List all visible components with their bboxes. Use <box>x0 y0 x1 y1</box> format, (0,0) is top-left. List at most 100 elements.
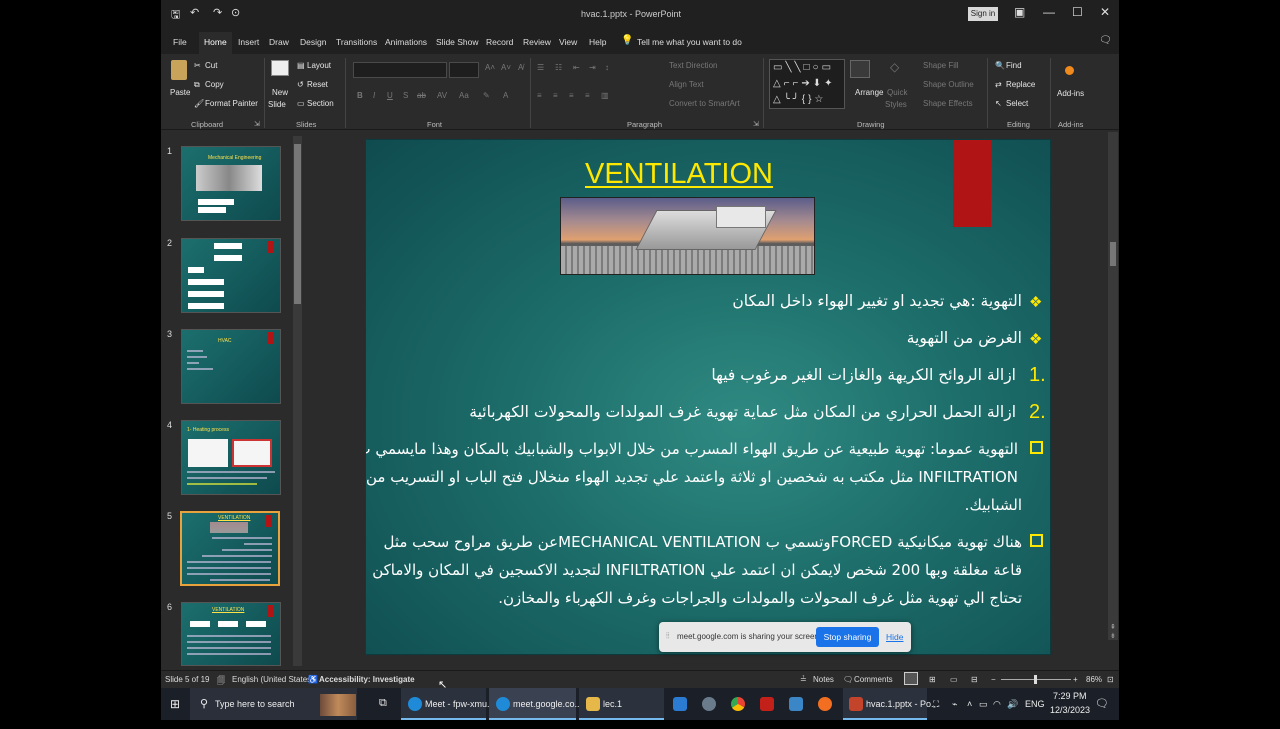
slide-sorter-icon[interactable]: ⊞ <box>929 675 936 684</box>
shadow-icon[interactable]: S <box>403 91 408 100</box>
hide-share-bar-link[interactable]: Hide <box>886 632 903 642</box>
taskbar-time[interactable]: 7:29 PM <box>1053 691 1087 701</box>
people-icon[interactable]: ⛶ <box>933 699 939 710</box>
numbering-icon[interactable]: ☷ <box>555 63 562 72</box>
taskbar-app-powerpoint[interactable]: hvac.1.pptx - Po... <box>843 688 939 720</box>
reset-button[interactable]: Reset <box>307 80 328 89</box>
minimize-icon[interactable]: — <box>1043 5 1055 19</box>
windows-start-icon[interactable]: ⊞ <box>170 697 180 729</box>
format-painter-button[interactable]: Format Painter <box>205 99 258 108</box>
find-button[interactable]: Find <box>1006 61 1022 70</box>
cut-icon[interactable]: ✂ <box>194 61 201 70</box>
tab-animations[interactable]: Animations <box>385 37 427 47</box>
chrome-icon[interactable] <box>731 697 745 711</box>
slide-thumbnail-2[interactable] <box>181 238 281 313</box>
mail-icon[interactable] <box>673 697 687 711</box>
slide-line-definition[interactable]: التهوية :هي تجديد او تغيير الهواء داخل ا… <box>732 292 1022 310</box>
italic-icon[interactable]: I <box>373 91 375 100</box>
layout-icon[interactable]: ▤ <box>297 61 305 70</box>
find-icon[interactable]: 🔍 <box>995 61 1005 70</box>
addins-icon[interactable] <box>1065 66 1074 75</box>
drag-handle-icon[interactable]: ⦙⦙ <box>666 631 670 641</box>
slide-thumbnail-6[interactable]: VENTILATION <box>181 602 281 666</box>
tab-record[interactable]: Record <box>486 37 513 47</box>
fit-slide-icon[interactable]: ⊡ <box>1107 675 1114 684</box>
firefox-icon[interactable] <box>818 697 832 711</box>
slide-thumbnail-1[interactable]: Mechanical Engineering <box>181 146 281 221</box>
decrease-indent-icon[interactable]: ⇤ <box>573 63 580 72</box>
zoom-level[interactable]: 86% <box>1086 675 1102 684</box>
bullets-icon[interactable]: ☰ <box>537 63 544 72</box>
select-icon[interactable]: ↖ <box>995 99 1002 108</box>
shape-fill-button[interactable]: Shape Fill <box>923 61 959 70</box>
quick-styles-icon[interactable]: ◇ <box>890 60 899 74</box>
section-icon[interactable]: ▭ <box>297 99 305 108</box>
slide-canvas[interactable]: VENTILATION ❖ التهوية :هي تجديد او تغيير… <box>365 139 1051 655</box>
taskbar-app-file-explorer[interactable]: lec.1 <box>579 688 664 720</box>
keyboard-language[interactable]: ENG <box>1025 699 1045 709</box>
notifications-icon[interactable]: 🗨 <box>1095 697 1109 710</box>
ribbon-display-options-icon[interactable]: ▣ <box>1014 5 1025 19</box>
clipboard-launcher-icon[interactable]: ⇲ <box>254 120 260 128</box>
format-painter-icon[interactable]: 🖌 <box>194 99 204 108</box>
section-button[interactable]: Section <box>307 99 334 108</box>
slide-para1-line3[interactable]: الشبابيك. <box>965 496 1022 514</box>
prev-next-slide-icon[interactable]: ⇞ ⇟ <box>1110 623 1116 641</box>
notes-icon[interactable]: ≟ <box>800 675 807 684</box>
editor-scrollbar[interactable] <box>1108 132 1118 640</box>
layout-button[interactable]: Layout <box>307 61 331 70</box>
slide-thumbnail-3[interactable]: HVAC <box>181 329 281 404</box>
char-spacing-icon[interactable]: AV <box>437 91 447 100</box>
paragraph-launcher-icon[interactable]: ⇲ <box>753 120 759 128</box>
zoom-slider-thumb[interactable] <box>1034 675 1037 684</box>
slide-thumbnail-5[interactable]: VENTILATION <box>180 511 280 586</box>
slide-item-1[interactable]: ازالة الروائح الكريهة والغازات الغير مرغ… <box>711 366 1016 384</box>
slide-para2-line3[interactable]: تحتاج الي تهوية مثل غرف المحولات والمولد… <box>498 589 1022 607</box>
thumbnails-scrollbar[interactable] <box>293 136 302 666</box>
increase-indent-icon[interactable]: ⇥ <box>589 63 596 72</box>
reading-view-icon[interactable]: ▭ <box>950 675 958 684</box>
sign-in-button[interactable]: Sign in <box>968 7 998 21</box>
align-left-icon[interactable]: ≡ <box>537 91 542 100</box>
columns-icon[interactable]: ▥ <box>601 91 609 100</box>
slide-para1-line1[interactable]: التهوية عموما: تهوية طبيعية عن طريق الهو… <box>366 440 1018 458</box>
thumbnails-scrollbar-thumb[interactable] <box>294 144 301 304</box>
new-slide-button[interactable]: New <box>272 88 288 97</box>
align-right-icon[interactable]: ≡ <box>569 91 574 100</box>
slide-thumbnail-4[interactable]: 1- Heating process <box>181 420 281 495</box>
taskbar-app-edge-meet-google[interactable]: meet.google.co... <box>489 688 582 720</box>
snipping-tool-icon[interactable] <box>702 697 716 711</box>
slide-para2-line1[interactable]: هناك تهوية ميكانيكية FORCEDوتسمي ب MECHA… <box>383 533 1022 551</box>
wifi-icon[interactable]: ◠ <box>993 699 1001 710</box>
tab-review[interactable]: Review <box>523 37 551 47</box>
notes-button[interactable]: Notes <box>813 675 834 684</box>
font-name-select[interactable] <box>353 62 447 78</box>
taskbar-app-edge-meet[interactable]: Meet - fpw-xmu... <box>401 688 495 720</box>
store-icon[interactable] <box>789 697 803 711</box>
slide-line-purpose[interactable]: الغرض من التهوية <box>907 329 1022 347</box>
tab-slide-show[interactable]: Slide Show <box>436 37 479 47</box>
replace-button[interactable]: Replace <box>1006 80 1035 89</box>
tray-chevron-icon[interactable]: ˄ <box>967 699 972 709</box>
close-icon[interactable]: ✕ <box>1100 5 1110 19</box>
select-button[interactable]: Select <box>1006 99 1028 108</box>
line-spacing-icon[interactable]: ↕ <box>605 63 609 72</box>
tab-home[interactable]: Home <box>199 32 232 54</box>
paste-button[interactable]: Paste <box>170 88 190 97</box>
tab-view[interactable]: View <box>559 37 577 47</box>
change-case-icon[interactable]: Aa <box>459 91 469 100</box>
stop-sharing-button[interactable]: Stop sharing <box>816 627 879 647</box>
comments-status-icon[interactable]: 🗨 <box>843 675 853 684</box>
save-icon[interactable]: 🖫 <box>171 6 180 25</box>
justify-icon[interactable]: ≡ <box>585 91 590 100</box>
zoom-in-icon[interactable]: + <box>1073 675 1078 684</box>
acrobat-icon[interactable] <box>760 697 774 711</box>
tab-transitions[interactable]: Transitions <box>336 37 377 47</box>
ventilation-duct-image[interactable] <box>560 197 815 275</box>
cut-button[interactable]: Cut <box>205 61 217 70</box>
tab-insert[interactable]: Insert <box>238 37 259 47</box>
redo-icon[interactable]: ↷ <box>213 6 222 19</box>
normal-view-icon[interactable] <box>904 672 918 685</box>
accessibility-status[interactable]: Accessibility: Investigate <box>319 675 415 684</box>
copy-button[interactable]: Copy <box>205 80 224 89</box>
